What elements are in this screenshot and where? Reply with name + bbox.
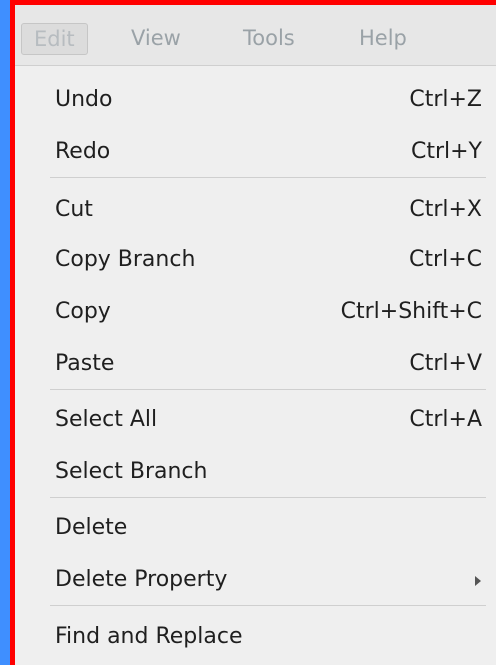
menu-item-undo[interactable]: Undo Ctrl+Z [15, 75, 496, 125]
menu-item-select-branch[interactable]: Select Branch [15, 447, 496, 497]
menu-item-label: Copy [55, 299, 111, 324]
menu-item-label: Delete [55, 515, 128, 540]
menu-item-delete-property[interactable]: Delete Property [15, 555, 496, 605]
menu-item-copy-branch[interactable]: Copy Branch Ctrl+C [15, 235, 496, 285]
chevron-right-icon [475, 576, 481, 586]
menu-item-find-and-replace[interactable]: Find and Replace [15, 612, 496, 662]
menu-item-label: Delete Property [55, 567, 228, 592]
menu-item-label: Select Branch [55, 459, 208, 484]
menu-edit[interactable]: Edit [21, 23, 88, 55]
menu-panel: Edit View Tools Help Undo Ctrl+Z Redo Ct… [15, 5, 496, 665]
window: Edit View Tools Help Undo Ctrl+Z Redo Ct… [10, 0, 496, 665]
menu-item-shortcut: Ctrl+A [409, 407, 482, 432]
menu-item-label: Find and Replace [55, 624, 243, 649]
menu-separator [50, 605, 486, 606]
menu-item-paste[interactable]: Paste Ctrl+V [15, 339, 496, 389]
menu-item-shortcut: Ctrl+X [409, 197, 482, 222]
menu-item-cut[interactable]: Cut Ctrl+X [15, 185, 496, 235]
menu-item-label: Copy Branch [55, 247, 196, 272]
menu-separator [50, 389, 486, 390]
menu-item-shortcut: Ctrl+C [409, 247, 482, 272]
menu-separator [50, 497, 486, 498]
menu-item-shortcut: Ctrl+Z [409, 87, 482, 112]
menubar: Edit View Tools Help [15, 5, 496, 66]
menu-help[interactable]: Help [359, 23, 407, 53]
menu-item-delete[interactable]: Delete [15, 503, 496, 553]
menu-view[interactable]: View [131, 23, 181, 53]
menu-separator [50, 177, 486, 178]
menu-item-label: Select All [55, 407, 158, 432]
menu-item-shortcut: Ctrl+Y [410, 139, 482, 164]
menu-item-copy[interactable]: Copy Ctrl+Shift+C [15, 287, 496, 337]
menu-item-select-all[interactable]: Select All Ctrl+A [15, 395, 496, 445]
menu-item-shortcut: Ctrl+V [409, 351, 482, 376]
menu-item-label: Undo [55, 87, 113, 112]
menu-item-label: Paste [55, 351, 115, 376]
menu-item-redo[interactable]: Redo Ctrl+Y [15, 127, 496, 177]
menu-item-shortcut: Ctrl+Shift+C [340, 299, 482, 324]
menu-item-label: Redo [55, 139, 111, 164]
menu-item-label: Cut [55, 197, 93, 222]
menu-tools[interactable]: Tools [243, 23, 295, 53]
